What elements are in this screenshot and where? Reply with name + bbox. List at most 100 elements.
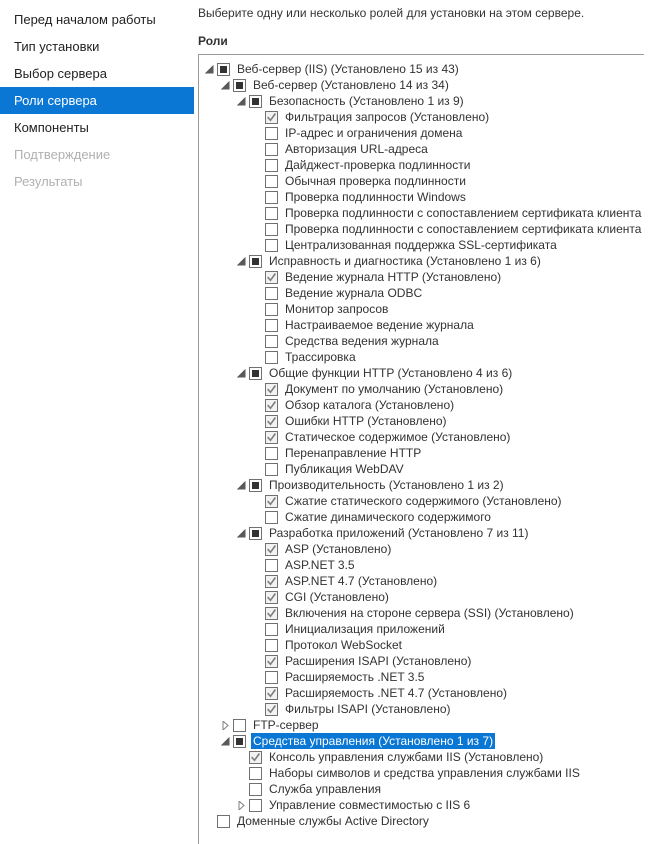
checkbox[interactable] bbox=[249, 527, 262, 540]
checkbox[interactable] bbox=[265, 543, 278, 556]
tree-item-label[interactable]: Общие функции HTTP (Установлено 4 из 6) bbox=[267, 365, 514, 381]
nav-item[interactable]: Роли сервера bbox=[0, 87, 194, 114]
tree-item-label[interactable]: Расширения ISAPI (Установлено) bbox=[283, 653, 473, 669]
tree-item-label[interactable]: Веб-сервер (Установлено 14 из 34) bbox=[251, 77, 451, 93]
tree-item-label[interactable]: ASP.NET 3.5 bbox=[283, 557, 357, 573]
tree-item-label[interactable]: Сжатие статического содержимого (Установ… bbox=[283, 493, 564, 509]
checkbox[interactable] bbox=[265, 687, 278, 700]
tree-item-label[interactable]: FTP-сервер bbox=[251, 717, 321, 733]
tree-row[interactable]: Централизованная поддержка SSL-сертифика… bbox=[251, 237, 644, 253]
nav-item[interactable]: Компоненты bbox=[0, 114, 194, 141]
nav-item[interactable]: Выбор сервера bbox=[0, 60, 194, 87]
tree-item-label[interactable]: Включения на стороне сервера (SSI) (Уста… bbox=[283, 605, 576, 621]
tree-item-label[interactable]: Фильтрация запросов (Установлено) bbox=[283, 109, 491, 125]
tree-item-label[interactable]: Исправность и диагностика (Установлено 1… bbox=[267, 253, 543, 269]
checkbox[interactable] bbox=[249, 95, 262, 108]
checkbox[interactable] bbox=[265, 223, 278, 236]
checkbox[interactable] bbox=[265, 607, 278, 620]
tree-item-label[interactable]: Перенаправление HTTP bbox=[283, 445, 423, 461]
checkbox[interactable] bbox=[265, 463, 278, 476]
checkbox[interactable] bbox=[265, 175, 278, 188]
tree-row[interactable]: Публикация WebDAV bbox=[251, 461, 644, 477]
checkbox[interactable] bbox=[265, 319, 278, 332]
tree-row[interactable]: Настраиваемое ведение журнала bbox=[251, 317, 644, 333]
tree-item-label[interactable]: Документ по умолчанию (Установлено) bbox=[283, 381, 505, 397]
checkbox[interactable] bbox=[233, 79, 246, 92]
checkbox[interactable] bbox=[217, 63, 230, 76]
checkbox[interactable] bbox=[265, 239, 278, 252]
tree-row[interactable]: Сжатие динамического содержимого bbox=[251, 509, 644, 525]
checkbox[interactable] bbox=[265, 511, 278, 524]
checkbox[interactable] bbox=[265, 575, 278, 588]
tree-row[interactable]: Документ по умолчанию (Установлено) bbox=[251, 381, 644, 397]
tree-item-label[interactable]: ASP.NET 4.7 (Установлено) bbox=[283, 573, 439, 589]
tree-item-label[interactable]: Безопасность (Установлено 1 из 9) bbox=[267, 93, 466, 109]
tree-row[interactable]: Веб-сервер (Установлено 14 из 34) bbox=[219, 77, 644, 93]
tree-row[interactable]: Фильтрация запросов (Установлено) bbox=[251, 109, 644, 125]
tree-row[interactable]: Консоль управления службами IIS (Установ… bbox=[235, 749, 644, 765]
tree-row[interactable]: ASP.NET 4.7 (Установлено) bbox=[251, 573, 644, 589]
checkbox[interactable] bbox=[265, 159, 278, 172]
tree-row[interactable]: Обычная проверка подлинности bbox=[251, 173, 644, 189]
tree-item-label[interactable]: CGI (Установлено) bbox=[283, 589, 391, 605]
expander-open-icon[interactable] bbox=[235, 479, 247, 491]
checkbox[interactable] bbox=[249, 479, 262, 492]
tree-row[interactable]: Включения на стороне сервера (SSI) (Уста… bbox=[251, 605, 644, 621]
tree-row[interactable]: Ошибки HTTP (Установлено) bbox=[251, 413, 644, 429]
tree-item-label[interactable]: Ошибки HTTP (Установлено) bbox=[283, 413, 449, 429]
tree-item-label[interactable]: Наборы символов и средства управления сл… bbox=[267, 765, 582, 781]
tree-row[interactable]: Расширяемость .NET 4.7 (Установлено) bbox=[251, 685, 644, 701]
tree-item-label[interactable]: IP-адрес и ограничения домена bbox=[283, 125, 464, 141]
tree-row[interactable]: ASP (Установлено) bbox=[251, 541, 644, 557]
tree-row[interactable]: FTP-сервер bbox=[219, 717, 644, 733]
tree-row[interactable]: Общие функции HTTP (Установлено 4 из 6) bbox=[235, 365, 644, 381]
expander-open-icon[interactable] bbox=[235, 527, 247, 539]
tree-item-label[interactable]: Средства ведения журнала bbox=[283, 333, 441, 349]
expander-open-icon[interactable] bbox=[219, 735, 231, 747]
checkbox[interactable] bbox=[233, 719, 246, 732]
tree-item-label[interactable]: Обычная проверка подлинности bbox=[283, 173, 468, 189]
tree-item-label[interactable]: Средства управления (Установлено 1 из 7) bbox=[251, 733, 495, 749]
tree-row[interactable]: Наборы символов и средства управления сл… bbox=[235, 765, 644, 781]
tree-item-label[interactable]: Доменные службы Active Directory bbox=[235, 813, 431, 829]
nav-item[interactable]: Тип установки bbox=[0, 33, 194, 60]
tree-item-label[interactable]: Консоль управления службами IIS (Установ… bbox=[267, 749, 545, 765]
tree-row[interactable]: Исправность и диагностика (Установлено 1… bbox=[235, 253, 644, 269]
tree-item-label[interactable]: Разработка приложений (Установлено 7 из … bbox=[267, 525, 530, 541]
checkbox[interactable] bbox=[265, 495, 278, 508]
tree-item-label[interactable]: Трассировка bbox=[283, 349, 358, 365]
tree-row[interactable]: Авторизация URL-адреса bbox=[251, 141, 644, 157]
checkbox[interactable] bbox=[265, 111, 278, 124]
expander-open-icon[interactable] bbox=[235, 255, 247, 267]
tree-row[interactable]: Расширяемость .NET 3.5 bbox=[251, 669, 644, 685]
checkbox[interactable] bbox=[265, 335, 278, 348]
nav-item[interactable]: Перед началом работы bbox=[0, 6, 194, 33]
expander-closed-icon[interactable] bbox=[219, 719, 231, 731]
tree-item-label[interactable]: Обзор каталога (Установлено) bbox=[283, 397, 456, 413]
tree-row[interactable]: ASP.NET 3.5 bbox=[251, 557, 644, 573]
tree-item-label[interactable]: Дайджест-проверка подлинности bbox=[283, 157, 472, 173]
tree-row[interactable]: Служба управления bbox=[235, 781, 644, 797]
tree-item-label[interactable]: Ведение журнала ODBC bbox=[283, 285, 424, 301]
checkbox[interactable] bbox=[265, 191, 278, 204]
expander-open-icon[interactable] bbox=[203, 63, 215, 75]
checkbox[interactable] bbox=[265, 271, 278, 284]
tree-row[interactable]: Доменные службы Active Directory bbox=[203, 813, 644, 829]
checkbox[interactable] bbox=[265, 127, 278, 140]
tree-item-label[interactable]: Публикация WebDAV bbox=[283, 461, 406, 477]
checkbox[interactable] bbox=[265, 143, 278, 156]
checkbox[interactable] bbox=[265, 287, 278, 300]
tree-row[interactable]: Монитор запросов bbox=[251, 301, 644, 317]
tree-row[interactable]: Дайджест-проверка подлинности bbox=[251, 157, 644, 173]
tree-item-label[interactable]: Инициализация приложений bbox=[283, 621, 447, 637]
expander-open-icon[interactable] bbox=[235, 95, 247, 107]
tree-item-label[interactable]: Расширяемость .NET 4.7 (Установлено) bbox=[283, 685, 509, 701]
checkbox[interactable] bbox=[265, 703, 278, 716]
checkbox[interactable] bbox=[265, 447, 278, 460]
tree-row[interactable]: IP-адрес и ограничения домена bbox=[251, 125, 644, 141]
tree-row[interactable]: Производительность (Установлено 1 из 2) bbox=[235, 477, 644, 493]
tree-row[interactable]: Трассировка bbox=[251, 349, 644, 365]
tree-row[interactable]: Проверка подлинности с сопоставлением се… bbox=[251, 205, 644, 221]
tree-row[interactable]: Ведение журнала HTTP (Установлено) bbox=[251, 269, 644, 285]
checkbox[interactable] bbox=[249, 367, 262, 380]
